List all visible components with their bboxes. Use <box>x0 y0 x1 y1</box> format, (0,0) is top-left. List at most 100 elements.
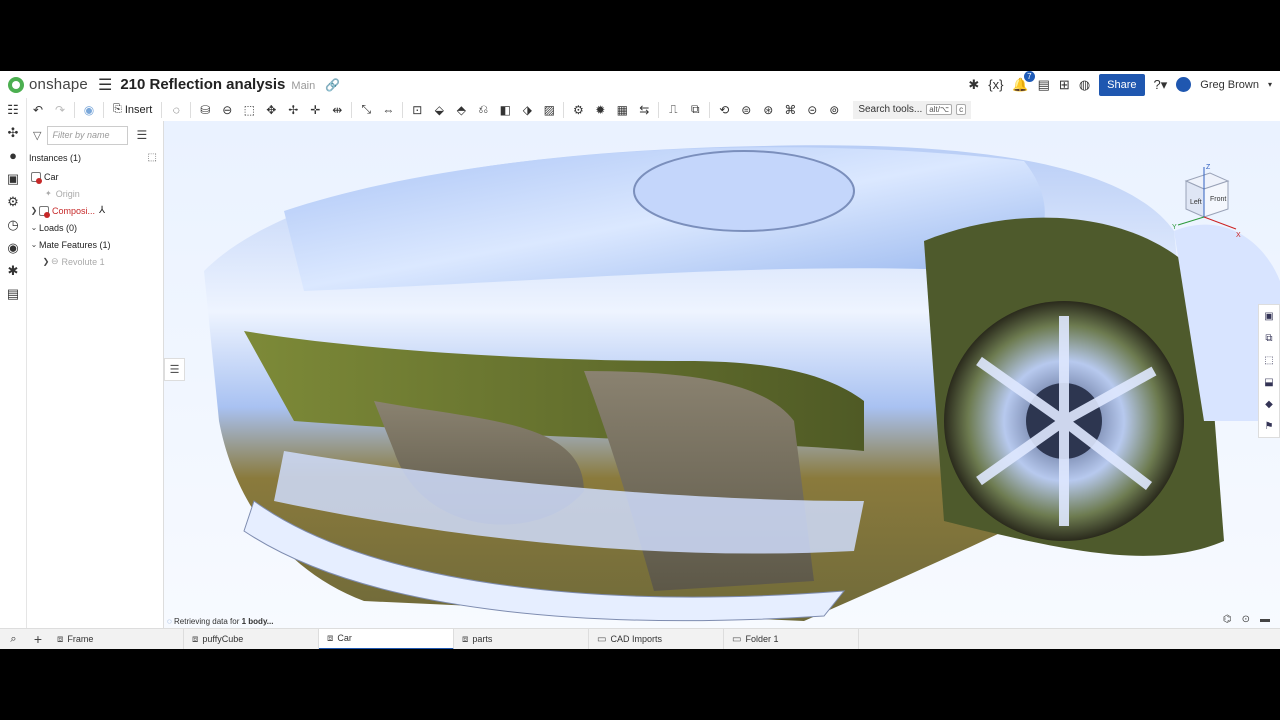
user-name[interactable]: Greg Brown <box>1200 79 1259 91</box>
instance-options-icon[interactable]: ⬚ <box>148 152 157 163</box>
share-button[interactable]: Share <box>1099 73 1145 96</box>
notifications-icon[interactable]: 🔔 7 <box>1012 71 1035 93</box>
render-icon[interactable]: ◉ <box>0 236 26 259</box>
debug-icon[interactable]: ✱ <box>0 259 26 282</box>
revolute-mate-icon[interactable]: ⊖ <box>216 99 238 121</box>
undo-icon[interactable]: ↶ <box>27 99 49 121</box>
status-prefix: Retrieving data for <box>174 617 240 626</box>
view-mode-icon[interactable]: ⌬ <box>1223 614 1232 625</box>
configurations-icon[interactable]: ⚙ <box>0 190 26 213</box>
replicate-icon[interactable]: ◌ <box>165 99 187 121</box>
tree-item-car[interactable]: Car <box>27 168 163 185</box>
tab-frame[interactable]: ⧈ Frame <box>49 628 184 649</box>
comments-icon[interactable]: ● <box>0 144 26 167</box>
tree-item-revolute[interactable]: ❯ ⊖ Revolute 1 <box>27 253 163 270</box>
interference-icon[interactable]: ⧉ <box>684 99 706 121</box>
feature-list-icon[interactable]: ☷ <box>0 98 26 121</box>
document-title[interactable]: 210 Reflection analysis <box>120 76 285 93</box>
list-view-icon[interactable]: ☰ <box>136 128 147 142</box>
tab-car[interactable]: ⧈ Car <box>319 628 454 649</box>
group-icon[interactable]: ⊡ <box>406 99 428 121</box>
rack-pinion-icon[interactable]: ✹ <box>589 99 611 121</box>
width-mate-icon[interactable]: ⇔ <box>377 99 399 121</box>
cube-left-label: Left <box>1190 199 1202 206</box>
ball-mate-icon[interactable]: ⇹ <box>326 99 348 121</box>
tab-cad-imports[interactable]: ▭ CAD Imports <box>589 628 724 649</box>
parts-panel-icon[interactable]: ⧉ <box>1259 327 1279 349</box>
explode-icon[interactable]: ⬗ <box>516 99 538 121</box>
history-icon[interactable]: ◷ <box>0 213 26 236</box>
mate-connector-icon[interactable]: ✣ <box>0 121 26 144</box>
chevron-down-icon[interactable]: ⌄ <box>29 240 39 249</box>
pin-slot-mate-icon[interactable]: ✛ <box>304 99 326 121</box>
tree-item-composite[interactable]: ❯ Composi... ⅄ <box>27 202 163 219</box>
appearance-panel-icon[interactable]: ▣ <box>1259 305 1279 327</box>
app-store-icon[interactable]: ⊞ <box>1059 77 1070 93</box>
rotate-view-icon[interactable]: ⟲ <box>713 99 735 121</box>
insert-button[interactable]: ⎘ Insert <box>107 103 158 116</box>
slider-mate-icon[interactable]: ⬚ <box>238 99 260 121</box>
toggle-feature-list-icon[interactable]: ☰ <box>164 358 185 381</box>
expand-icon[interactable]: ▬ <box>1260 614 1270 625</box>
zoom-box-icon[interactable]: ⌘ <box>779 99 801 121</box>
chevron-right-icon[interactable]: ❯ <box>29 206 39 215</box>
menu-icon[interactable]: ☰ <box>98 75 112 95</box>
camera-icon[interactable]: ⊙ <box>1242 614 1250 625</box>
orbit-icon[interactable]: ⊜ <box>735 99 757 121</box>
variables-icon[interactable]: {x} <box>988 77 1003 92</box>
properties-icon[interactable]: ▤ <box>1038 77 1050 93</box>
exploded-view-icon[interactable]: ⬓ <box>1259 371 1279 393</box>
help-icon[interactable]: ?▾ <box>1154 77 1168 93</box>
mate-connector-tool-icon[interactable]: ⬙ <box>428 99 450 121</box>
zoom-fit-icon[interactable]: ⊛ <box>757 99 779 121</box>
tab-manager-icon[interactable]: ⌕ <box>0 629 27 650</box>
filter-input[interactable]: Filter by name <box>47 125 129 145</box>
appearance-icon[interactable]: ⊚ <box>823 99 845 121</box>
linear-pattern-icon[interactable]: ⬘ <box>450 99 472 121</box>
measure-icon[interactable]: ⎍ <box>662 99 684 121</box>
globe-icon[interactable]: ◍ <box>1079 77 1090 93</box>
chevron-right-icon[interactable]: ❯ <box>41 257 51 266</box>
tab-parts[interactable]: ⧈ parts <box>454 628 589 649</box>
view-cube-icon[interactable]: Left Front Z Y X <box>1164 159 1244 239</box>
view-cube[interactable]: Left Front Z Y X <box>1164 159 1244 244</box>
circular-pattern-icon[interactable]: ⎌ <box>472 99 494 121</box>
redo-icon[interactable]: ↷ <box>49 99 71 121</box>
screw-relation-icon[interactable]: ▦ <box>611 99 633 121</box>
section-icon[interactable]: ▨ <box>538 99 560 121</box>
car-render[interactable] <box>164 121 1280 628</box>
filter-icon[interactable]: ▽ <box>33 129 41 142</box>
filter-row: ▽ Filter by name ☰ <box>27 121 163 149</box>
document-icon[interactable]: ▤ <box>0 282 26 305</box>
instances-header[interactable]: Instances (1) ⬚ <box>27 149 163 166</box>
graphics-viewport[interactable]: Left Front Z Y X ☰ ▣ ⧉ ⬚ ⬓ ◆ ⚑ ◌ Retriev… <box>164 121 1280 628</box>
mirror-icon[interactable]: ◧ <box>494 99 516 121</box>
display-states-icon[interactable]: ⊝ <box>801 99 823 121</box>
tab-puffycube[interactable]: ⧈ puffyCube <box>184 628 319 649</box>
chevron-down-icon[interactable]: ▾ <box>1268 80 1272 89</box>
onshape-logo[interactable]: onshape <box>8 76 88 93</box>
right-panel-rail: ▣ ⧉ ⬚ ⬓ ◆ ⚑ <box>1258 304 1280 438</box>
workspace-name[interactable]: Main <box>291 80 315 92</box>
named-positions-icon[interactable]: ⚑ <box>1259 415 1279 437</box>
chevron-down-icon[interactable]: ⌄ <box>29 223 39 232</box>
planar-mate-icon[interactable]: ✥ <box>260 99 282 121</box>
sync-icon[interactable]: ◉ <box>78 99 100 121</box>
mass-properties-icon[interactable]: ⬚ <box>1259 349 1279 371</box>
render-studio-icon[interactable]: ◆ <box>1259 393 1279 415</box>
link-icon[interactable]: 🔗 <box>325 78 340 92</box>
cylindrical-mate-icon[interactable]: ✢ <box>282 99 304 121</box>
tab-folder-1[interactable]: ▭ Folder 1 <box>724 628 859 649</box>
search-tools-field[interactable]: Search tools... alt/⌥ c <box>853 100 972 119</box>
linear-relation-icon[interactable]: ⇆ <box>633 99 655 121</box>
fastened-mate-icon[interactable]: ⛁ <box>194 99 216 121</box>
avatar[interactable] <box>1176 77 1192 92</box>
tangent-mate-icon[interactable]: ⤡ <box>355 99 377 121</box>
gear-relation-icon[interactable]: ⚙ <box>567 99 589 121</box>
add-tab-icon[interactable]: + <box>27 631 49 647</box>
bom-icon[interactable]: ▣ <box>0 167 26 190</box>
tree-item-loads[interactable]: ⌄ Loads (0) <box>27 219 163 236</box>
tree-item-mate-features[interactable]: ⌄ Mate Features (1) <box>27 236 163 253</box>
tree-item-origin[interactable]: ✦ Origin <box>27 185 163 202</box>
bug-icon[interactable]: ✱ <box>968 77 979 93</box>
